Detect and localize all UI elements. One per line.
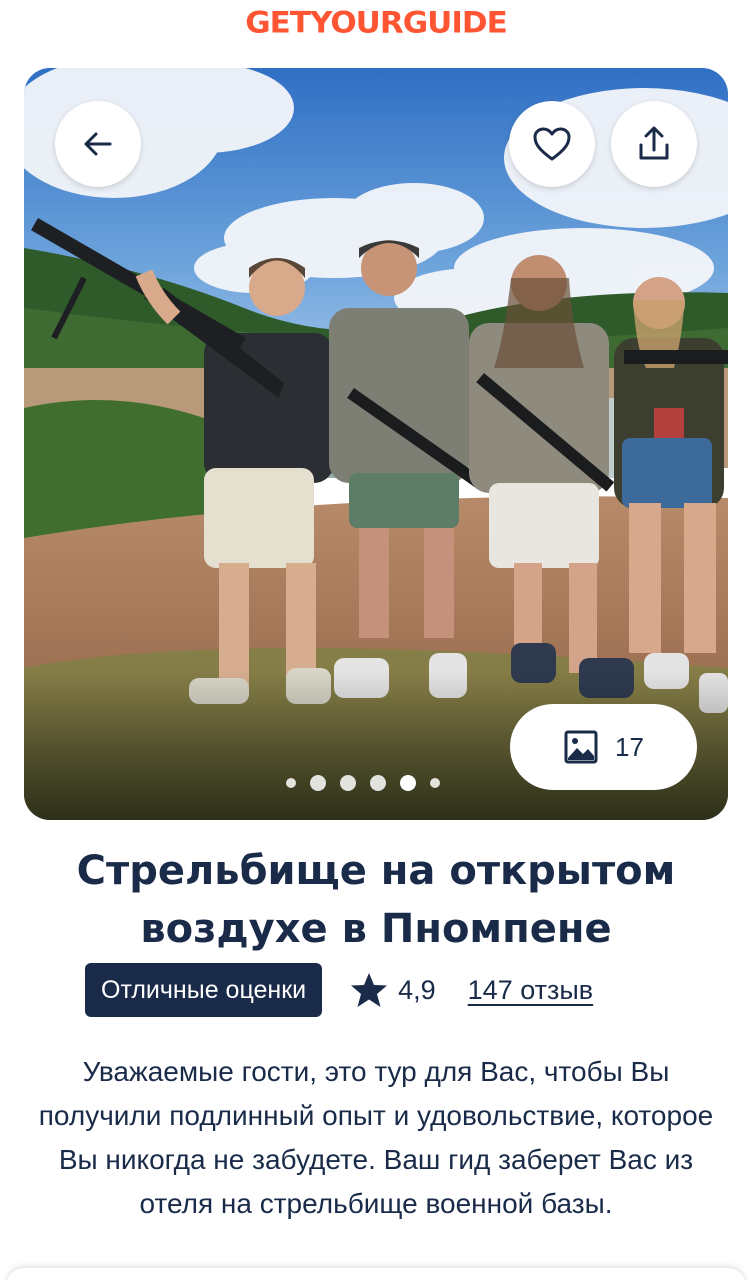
share-button[interactable]: [611, 101, 697, 187]
rating-row: Отличные оценки 4,9 147 отзыв: [85, 963, 593, 1017]
pagination-dot[interactable]: [310, 775, 326, 791]
back-button[interactable]: [55, 101, 141, 187]
bottom-sheet[interactable]: [6, 1268, 746, 1280]
activity-page: GETYOURGUIDE 17 Стрельбище на открытом в…: [0, 0, 752, 1280]
brand-header: GETYOURGUIDE: [0, 0, 752, 46]
favorite-button[interactable]: [509, 101, 595, 187]
pagination-dot[interactable]: [286, 778, 296, 788]
share-icon: [639, 126, 669, 160]
star-icon: [350, 972, 388, 1008]
pagination-dot[interactable]: [370, 775, 386, 791]
rating-badge: Отличные оценки: [85, 963, 323, 1017]
activity-description: Уважаемые гости, это тур для Вас, чтобы …: [38, 1056, 714, 1219]
image-icon: [564, 730, 598, 764]
pagination-dot-active[interactable]: [400, 775, 416, 791]
getyourguide-logo[interactable]: GETYOURGUIDE: [245, 6, 508, 40]
photo-count-label: 17: [615, 731, 644, 762]
pagination-dot[interactable]: [340, 775, 356, 791]
gallery-pagination-dots: [286, 774, 440, 792]
pagination-dot[interactable]: [430, 778, 440, 788]
activity-title: Стрельбище на открытом воздухе в Пномпен…: [76, 848, 676, 952]
arrow-left-icon: [84, 132, 112, 156]
reviews-link[interactable]: 147 отзыв: [468, 975, 593, 1006]
photo-count-button[interactable]: 17: [510, 704, 697, 790]
heart-icon: [533, 127, 571, 161]
rating-value: 4,9: [398, 974, 436, 1005]
